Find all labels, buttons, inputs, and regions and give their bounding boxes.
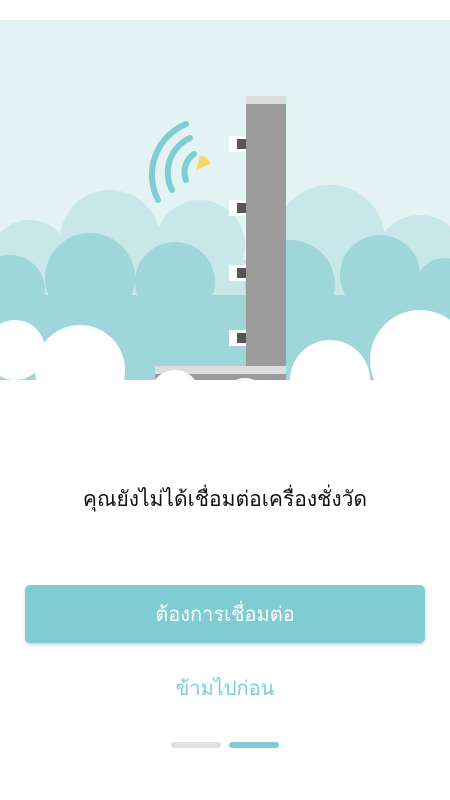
skip-link[interactable]: ข้ามไปก่อน — [0, 672, 450, 704]
onboarding-screen: คุณยังไม่ได้เชื่อมต่อเครื่องชั่งวัด ต้อง… — [0, 0, 450, 800]
connect-button-label: ต้องการเชื่อมต่อ — [155, 602, 295, 626]
status-bar — [0, 0, 450, 20]
not-connected-message: คุณยังไม่ได้เชื่อมต่อเครื่องชั่งวัด — [82, 487, 368, 511]
scale-illustration — [0, 20, 450, 410]
page-indicator-dot-2[interactable] — [229, 742, 279, 748]
page-indicator-dot-1[interactable] — [171, 742, 221, 748]
connect-button[interactable]: ต้องการเชื่อมต่อ — [25, 585, 425, 643]
hero-illustration — [0, 20, 450, 410]
page-indicator — [0, 742, 450, 750]
